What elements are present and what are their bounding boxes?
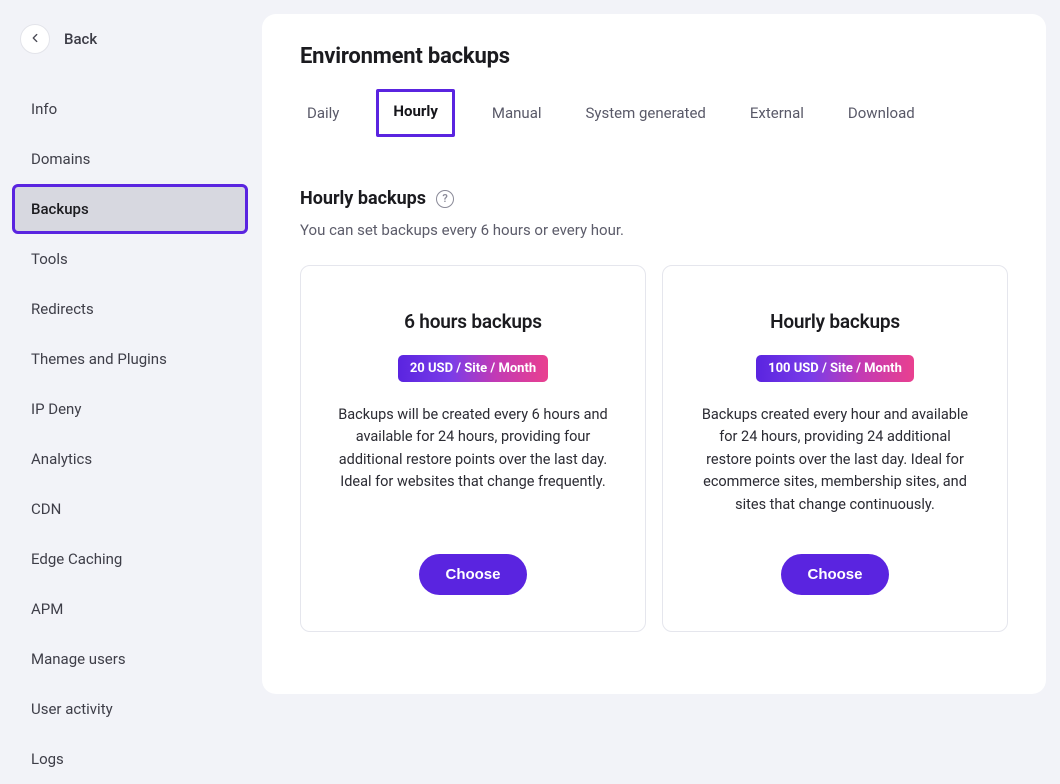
tabs: Daily Hourly Manual System generated Externa… — [300, 89, 1008, 138]
back-row: Back — [12, 24, 248, 54]
page-title: Environment backups — [300, 44, 1008, 69]
sidebar-item-apm[interactable]: APM — [12, 584, 248, 634]
sidebar-item-analytics[interactable]: Analytics — [12, 434, 248, 484]
price-badge: 20 USD / Site / Month — [398, 355, 548, 382]
back-button[interactable] — [20, 24, 50, 54]
sidebar-item-tools[interactable]: Tools — [12, 234, 248, 284]
plan-description: Backups created every hour and available… — [695, 404, 975, 516]
sidebar: Back InfoDomainsBackupsToolsRedirectsThe… — [0, 0, 260, 710]
tab-daily[interactable]: Daily — [300, 89, 346, 137]
arrow-left-icon — [28, 30, 42, 49]
tab-manual[interactable]: Manual — [485, 89, 549, 137]
nav-list: InfoDomainsBackupsToolsRedirectsThemes a… — [12, 84, 248, 784]
sidebar-item-user-activity[interactable]: User activity — [12, 684, 248, 734]
choose-button[interactable]: Choose — [781, 554, 888, 595]
tab-system-generated[interactable]: System generated — [579, 89, 713, 137]
tab-external[interactable]: External — [743, 89, 811, 137]
plan-card: 6 hours backups 20 USD / Site / Month Back… — [300, 265, 646, 632]
sidebar-item-domains[interactable]: Domains — [12, 134, 248, 184]
sidebar-item-logs[interactable]: Logs — [12, 734, 248, 784]
section-title: Hourly backups — [300, 188, 426, 209]
sidebar-item-info[interactable]: Info — [12, 84, 248, 134]
plan-title: 6 hours backups — [404, 310, 542, 333]
section-head: Hourly backups ? — [300, 188, 1008, 209]
back-label[interactable]: Back — [64, 30, 97, 48]
sidebar-item-redirects[interactable]: Redirects — [12, 284, 248, 334]
main: Environment backups Daily Hourly Manual Sys… — [260, 0, 1060, 710]
content-panel: Environment backups Daily Hourly Manual Sys… — [262, 14, 1046, 694]
help-icon[interactable]: ? — [436, 190, 454, 208]
tab-download[interactable]: Download — [841, 89, 922, 137]
sidebar-item-cdn[interactable]: CDN — [12, 484, 248, 534]
plan-cards: 6 hours backups 20 USD / Site / Month Back… — [300, 265, 1008, 632]
tab-hourly[interactable]: Hourly — [376, 89, 454, 137]
plan-title: Hourly backups — [770, 310, 900, 333]
sidebar-item-manage-users[interactable]: Manage users — [12, 634, 248, 684]
plan-description: Backups will be created every 6 hours an… — [333, 404, 613, 494]
sidebar-item-edge-caching[interactable]: Edge Caching — [12, 534, 248, 584]
section-subtitle: You can set backups every 6 hours or eve… — [300, 221, 1008, 239]
plan-card: Hourly backups 100 USD / Site / Month Back… — [662, 265, 1008, 632]
choose-button[interactable]: Choose — [419, 554, 526, 595]
sidebar-item-ip-deny[interactable]: IP Deny — [12, 384, 248, 434]
sidebar-item-backups[interactable]: Backups — [12, 184, 248, 234]
price-badge: 100 USD / Site / Month — [756, 355, 914, 382]
sidebar-item-themes-and-plugins[interactable]: Themes and Plugins — [12, 334, 248, 384]
